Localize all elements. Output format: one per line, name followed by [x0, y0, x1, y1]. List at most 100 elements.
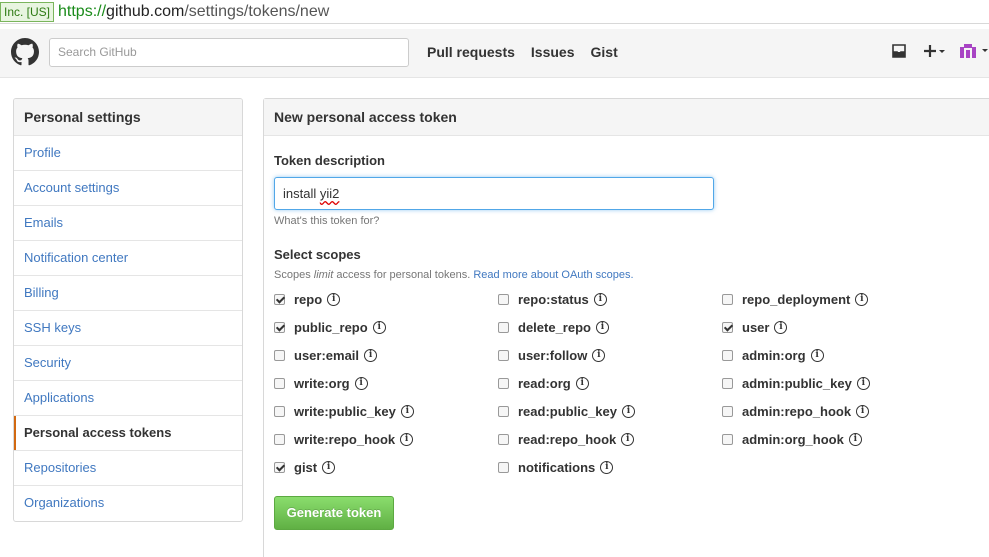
sidebar-item-notification-center[interactable]: Notification center: [14, 241, 242, 276]
inbox-icon[interactable]: [891, 43, 907, 59]
scope-checkbox[interactable]: [498, 406, 509, 417]
info-icon[interactable]: i: [400, 405, 414, 418]
scope-gist[interactable]: gist i: [274, 460, 336, 475]
scope-admin-repo-hook[interactable]: admin:repo_hook i: [722, 404, 870, 419]
info-icon[interactable]: i: [592, 349, 606, 362]
sidebar-item-personal-access-tokens[interactable]: Personal access tokens: [14, 416, 242, 451]
token-description-input[interactable]: install yii2: [274, 177, 714, 210]
scopes-help-em: limit: [313, 269, 334, 281]
oauth-scopes-link[interactable]: Read more about OAuth scopes.: [473, 269, 633, 281]
info-icon[interactable]: i: [327, 293, 341, 306]
scope-repo[interactable]: repo i: [274, 292, 341, 307]
ev-certificate-badge[interactable]: Inc. [US]: [0, 1, 55, 22]
token-description-label: Token description: [274, 153, 385, 168]
info-icon[interactable]: i: [593, 293, 607, 306]
info-icon[interactable]: i: [364, 349, 378, 362]
scope-read-repo-hook[interactable]: read:repo_hook i: [498, 432, 635, 447]
scope-label: repo:status: [518, 292, 589, 307]
scope-label: gist: [294, 460, 318, 475]
sidebar-item-billing[interactable]: Billing: [14, 276, 242, 311]
scope-checkbox[interactable]: [274, 434, 285, 445]
search-input[interactable]: Search GitHub: [49, 38, 409, 67]
scope-checkbox[interactable]: [722, 294, 733, 305]
scope-user-email[interactable]: user:email i: [274, 348, 378, 363]
scope-checkbox[interactable]: [274, 350, 285, 361]
url-text[interactable]: https://github.com/settings/tokens/new: [58, 3, 329, 21]
sidebar-item-applications[interactable]: Applications: [14, 381, 242, 416]
octocat-icon[interactable]: [11, 38, 39, 66]
info-icon[interactable]: i: [622, 405, 635, 418]
scope-label: admin:org_hook: [742, 432, 844, 447]
info-icon[interactable]: i: [372, 321, 386, 334]
sidebar-item-repositories[interactable]: Repositories: [14, 451, 242, 486]
scope-user-follow[interactable]: user:follow i: [498, 348, 606, 363]
info-icon[interactable]: i: [855, 293, 869, 306]
info-icon[interactable]: i: [856, 377, 870, 390]
scope-read-public-key[interactable]: read:public_key i: [498, 404, 635, 419]
info-icon[interactable]: i: [810, 349, 824, 362]
nav-gist[interactable]: Gist: [591, 44, 618, 60]
nav-issues[interactable]: Issues: [531, 44, 575, 60]
scope-label: repo: [294, 292, 323, 307]
info-icon[interactable]: i: [322, 461, 336, 474]
scope-read-org[interactable]: read:org i: [498, 376, 589, 391]
scope-checkbox[interactable]: [498, 294, 509, 305]
info-icon[interactable]: i: [848, 433, 862, 446]
scope-checkbox[interactable]: [274, 378, 285, 389]
scope-checkbox[interactable]: [498, 378, 509, 389]
sidebar-item-emails[interactable]: Emails: [14, 206, 242, 241]
sidebar-item-ssh-keys[interactable]: SSH keys: [14, 311, 242, 346]
scope-write-repo-hook[interactable]: write:repo_hook i: [274, 432, 414, 447]
scopes-help-text: Scopes limit access for personal tokens.…: [274, 269, 634, 281]
scope-checkbox[interactable]: [722, 378, 733, 389]
scope-notifications[interactable]: notifications i: [498, 460, 614, 475]
info-icon[interactable]: i: [621, 433, 635, 446]
sidebar-item-organizations[interactable]: Organizations: [14, 486, 242, 521]
scope-admin-org[interactable]: admin:org i: [722, 348, 824, 363]
url-path: /settings/tokens/new: [184, 2, 330, 20]
sidebar-item-security[interactable]: Security: [14, 346, 242, 381]
info-icon[interactable]: i: [400, 433, 414, 446]
scope-admin-public-key[interactable]: admin:public_key i: [722, 376, 870, 391]
plus-icon[interactable]: [923, 43, 947, 59]
scope-repo-status[interactable]: repo:status i: [498, 292, 607, 307]
info-icon[interactable]: i: [600, 461, 614, 474]
scope-admin-org-hook[interactable]: admin:org_hook i: [722, 432, 862, 447]
scope-checkbox[interactable]: [498, 462, 509, 473]
site-header: Search GitHub Pull requests Issues Gist: [0, 29, 989, 78]
scope-label: write:org: [294, 376, 350, 391]
info-icon[interactable]: i: [354, 377, 368, 390]
scope-checkbox[interactable]: [498, 350, 509, 361]
scope-label: user:follow: [518, 348, 588, 363]
info-icon[interactable]: i: [575, 377, 589, 390]
scope-delete-repo[interactable]: delete_repo i: [498, 320, 609, 335]
nav-pull-requests[interactable]: Pull requests: [427, 44, 515, 60]
scope-repo-deployment[interactable]: repo_deployment i: [722, 292, 869, 307]
sidebar-item-profile[interactable]: Profile: [14, 136, 242, 171]
scope-label: public_repo: [294, 320, 368, 335]
scope-checkbox[interactable]: [722, 406, 733, 417]
sidebar-item-account-settings[interactable]: Account settings: [14, 171, 242, 206]
scope-checkbox[interactable]: [722, 322, 733, 333]
scope-write-org[interactable]: write:org i: [274, 376, 368, 391]
scope-label: read:public_key: [518, 404, 617, 419]
scope-checkbox[interactable]: [722, 434, 733, 445]
scope-checkbox[interactable]: [274, 462, 285, 473]
scope-checkbox[interactable]: [722, 350, 733, 361]
scope-checkbox[interactable]: [498, 322, 509, 333]
info-icon[interactable]: i: [595, 321, 609, 334]
browser-url-bar[interactable]: Inc. [US] https://github.com/settings/to…: [0, 0, 989, 24]
scope-checkbox[interactable]: [498, 434, 509, 445]
info-icon[interactable]: i: [856, 405, 870, 418]
scopes-help-pre: Scopes: [274, 269, 314, 281]
info-icon[interactable]: i: [774, 321, 788, 334]
scope-checkbox[interactable]: [274, 294, 285, 305]
scope-label: admin:repo_hook: [742, 404, 852, 419]
scope-checkbox[interactable]: [274, 322, 285, 333]
scope-checkbox[interactable]: [274, 406, 285, 417]
scope-public-repo[interactable]: public_repo i: [274, 320, 386, 335]
scope-write-public-key[interactable]: write:public_key i: [274, 404, 414, 419]
scope-user[interactable]: user i: [722, 320, 788, 335]
avatar[interactable]: [959, 42, 989, 60]
generate-token-button[interactable]: Generate token: [274, 496, 394, 530]
